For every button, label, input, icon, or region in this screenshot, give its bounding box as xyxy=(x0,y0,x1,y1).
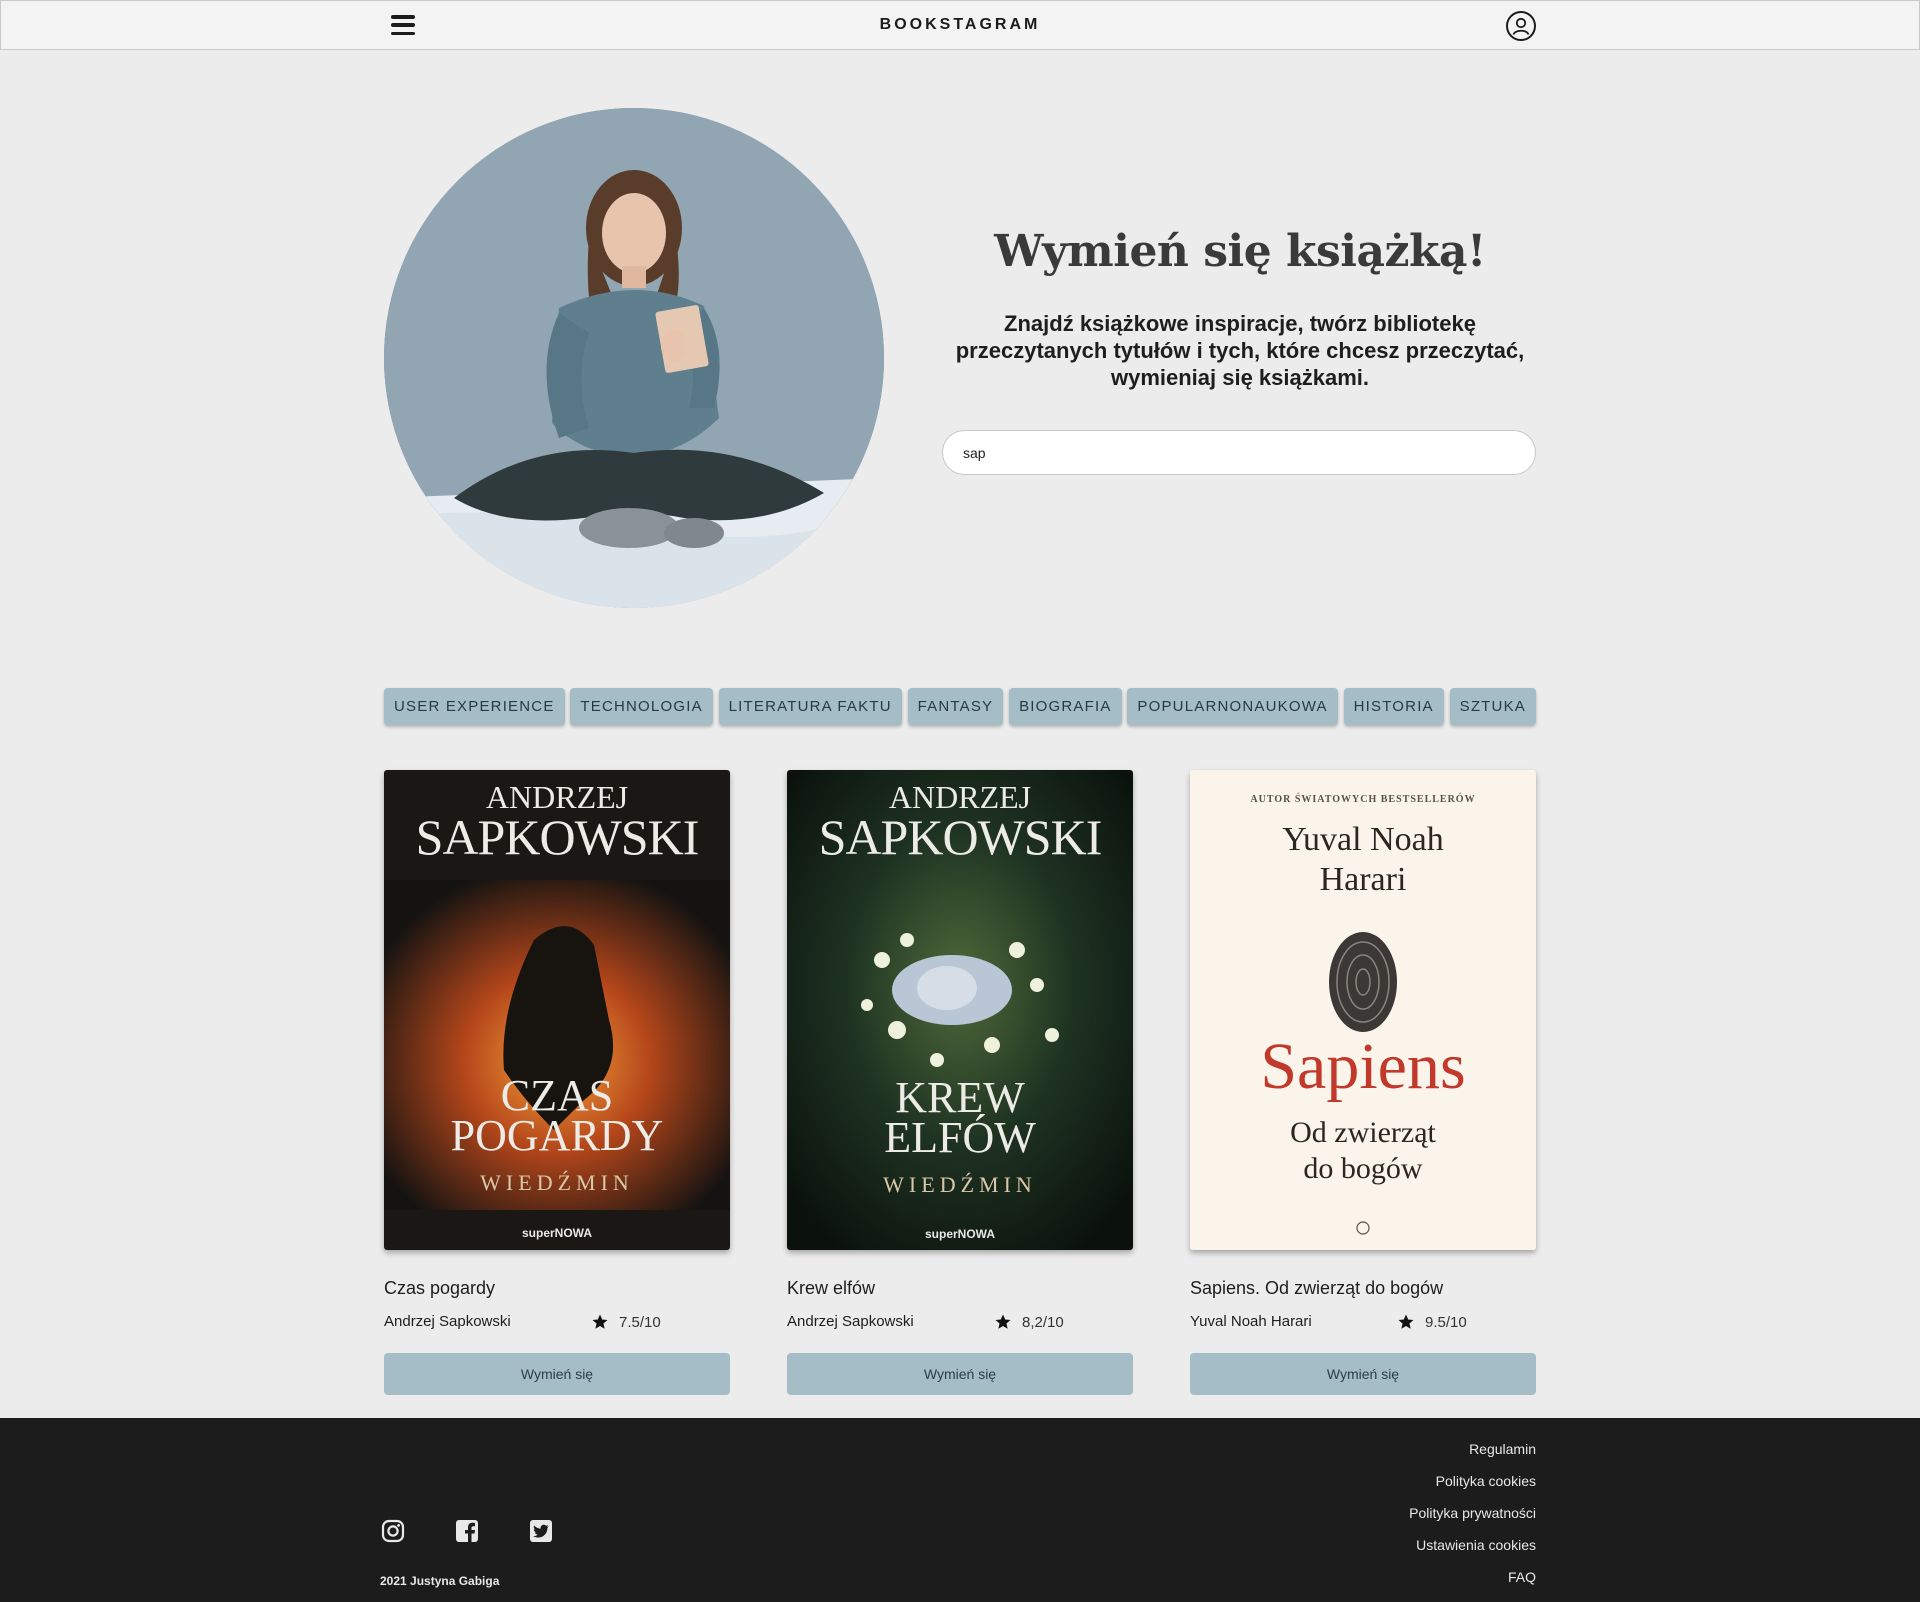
book-cover-krew-elfow[interactable]: ANDRZEJ SAPKOWSKI KREW ELFÓW WIEDŹMIN su… xyxy=(787,770,1133,1250)
book-title[interactable]: Krew elfów xyxy=(787,1278,1133,1299)
cover-series: WIEDŹMIN xyxy=(480,1170,634,1195)
cover-author-line: SAPKOWSKI xyxy=(819,809,1102,865)
book-meta: Yuval Noah Harari 9.5/10 xyxy=(1190,1313,1536,1333)
book-title[interactable]: Sapiens. Od zwierząt do bogów xyxy=(1190,1278,1536,1299)
footer-link-privacy-policy[interactable]: Polityka prywatności xyxy=(1409,1504,1536,1536)
category-chip[interactable]: HISTORIA xyxy=(1343,688,1444,725)
top-navbar: BOOKSTAGRAM xyxy=(0,0,1920,50)
rating-value: 8,2/10 xyxy=(1022,1313,1064,1331)
cover-author-line: SAPKOWSKI xyxy=(416,809,699,865)
twitter-icon[interactable] xyxy=(528,1518,554,1544)
book-meta: Andrzej Sapkowski 8,2/10 xyxy=(787,1313,1133,1333)
cover-title-line: POGARDY xyxy=(451,1111,664,1160)
book-meta: Andrzej Sapkowski 7.5/10 xyxy=(384,1313,730,1333)
cover-title-line: ELFÓW xyxy=(884,1113,1036,1162)
facebook-icon[interactable] xyxy=(454,1518,480,1544)
book-card: AUTOR ŚWIATOWYCH BESTSELLERÓW Yuval Noah… xyxy=(1190,770,1536,1395)
category-chip[interactable]: FANTASY xyxy=(907,688,1004,725)
category-chip[interactable]: SZTUKA xyxy=(1449,688,1536,725)
book-author: Yuval Noah Harari xyxy=(1190,1313,1312,1330)
cover-title-line: Sapiens xyxy=(1260,1030,1465,1103)
category-chip[interactable]: BIOGRAFIA xyxy=(1009,688,1122,725)
book-card: ANDRZEJ SAPKOWSKI CZAS POGARDY WIEDŹMIN … xyxy=(384,770,730,1395)
footer-link-cookies-policy[interactable]: Polityka cookies xyxy=(1409,1472,1536,1504)
star-icon xyxy=(591,1313,609,1331)
search-input[interactable] xyxy=(942,430,1536,475)
star-icon xyxy=(994,1313,1012,1331)
cover-series: WIEDŹMIN xyxy=(883,1172,1037,1197)
category-chip[interactable]: USER EXPERIENCE xyxy=(384,688,565,725)
star-icon xyxy=(1397,1313,1415,1331)
swap-book-button[interactable]: Wymień się xyxy=(384,1353,730,1395)
hero-photo-woman-with-book xyxy=(384,108,884,608)
rating-value: 9.5/10 xyxy=(1425,1313,1467,1331)
hero-subtitle: Znajdź książkowe inspiracje, twórz bibli… xyxy=(955,311,1525,390)
user-account-icon[interactable] xyxy=(1506,11,1536,41)
book-cover-sapiens[interactable]: AUTOR ŚWIATOWYCH BESTSELLERÓW Yuval Noah… xyxy=(1190,770,1536,1250)
category-chip[interactable]: TECHNOLOGIA xyxy=(570,688,713,725)
footer-link-faq[interactable]: FAQ xyxy=(1409,1568,1536,1600)
cover-publisher: superNOWA xyxy=(925,1227,995,1241)
book-rating: 9.5/10 xyxy=(1397,1313,1467,1331)
book-title[interactable]: Czas pogardy xyxy=(384,1278,730,1299)
cover-subtitle-line: Od zwierząt xyxy=(1290,1116,1436,1149)
cover-author-line: Yuval Noah xyxy=(1282,821,1443,858)
category-chips: USER EXPERIENCE TECHNOLOGIA LITERATURA F… xyxy=(384,688,1536,725)
book-cover-czas-pogardy[interactable]: ANDRZEJ SAPKOWSKI CZAS POGARDY WIEDŹMIN … xyxy=(384,770,730,1250)
footer-link-terms[interactable]: Regulamin xyxy=(1409,1440,1536,1472)
brand-logo[interactable]: BOOKSTAGRAM xyxy=(1,16,1919,34)
cover-top-line: AUTOR ŚWIATOWYCH BESTSELLERÓW xyxy=(1250,793,1475,805)
instagram-icon[interactable] xyxy=(380,1518,406,1544)
swap-book-button[interactable]: Wymień się xyxy=(1190,1353,1536,1395)
cover-author-line: Harari xyxy=(1320,861,1407,898)
book-author: Andrzej Sapkowski xyxy=(384,1313,511,1330)
book-rating: 8,2/10 xyxy=(994,1313,1064,1331)
book-card: ANDRZEJ SAPKOWSKI KREW ELFÓW WIEDŹMIN su… xyxy=(787,770,1133,1395)
hero-title: Wymień się książką! xyxy=(994,226,1486,277)
book-author: Andrzej Sapkowski xyxy=(787,1313,914,1330)
book-grid: ANDRZEJ SAPKOWSKI CZAS POGARDY WIEDŹMIN … xyxy=(384,770,1536,1395)
category-chip[interactable]: POPULARNONAUKOWA xyxy=(1127,688,1338,725)
rating-value: 7.5/10 xyxy=(619,1313,661,1331)
cover-publisher: superNOWA xyxy=(522,1226,592,1240)
copyright-text: 2021 Justyna Gabiga xyxy=(380,1574,500,1588)
swap-book-button[interactable]: Wymień się xyxy=(787,1353,1133,1395)
footer: 2021 Justyna Gabiga Regulamin Polityka c… xyxy=(0,1418,1920,1602)
social-links xyxy=(380,1518,602,1544)
category-chip[interactable]: LITERATURA FAKTU xyxy=(718,688,902,725)
cover-subtitle-line: do bogów xyxy=(1303,1152,1423,1185)
footer-links: Regulamin Polityka cookies Polityka pryw… xyxy=(1409,1440,1536,1600)
footer-link-cookie-settings[interactable]: Ustawienia cookies xyxy=(1409,1536,1536,1568)
book-rating: 7.5/10 xyxy=(591,1313,661,1331)
